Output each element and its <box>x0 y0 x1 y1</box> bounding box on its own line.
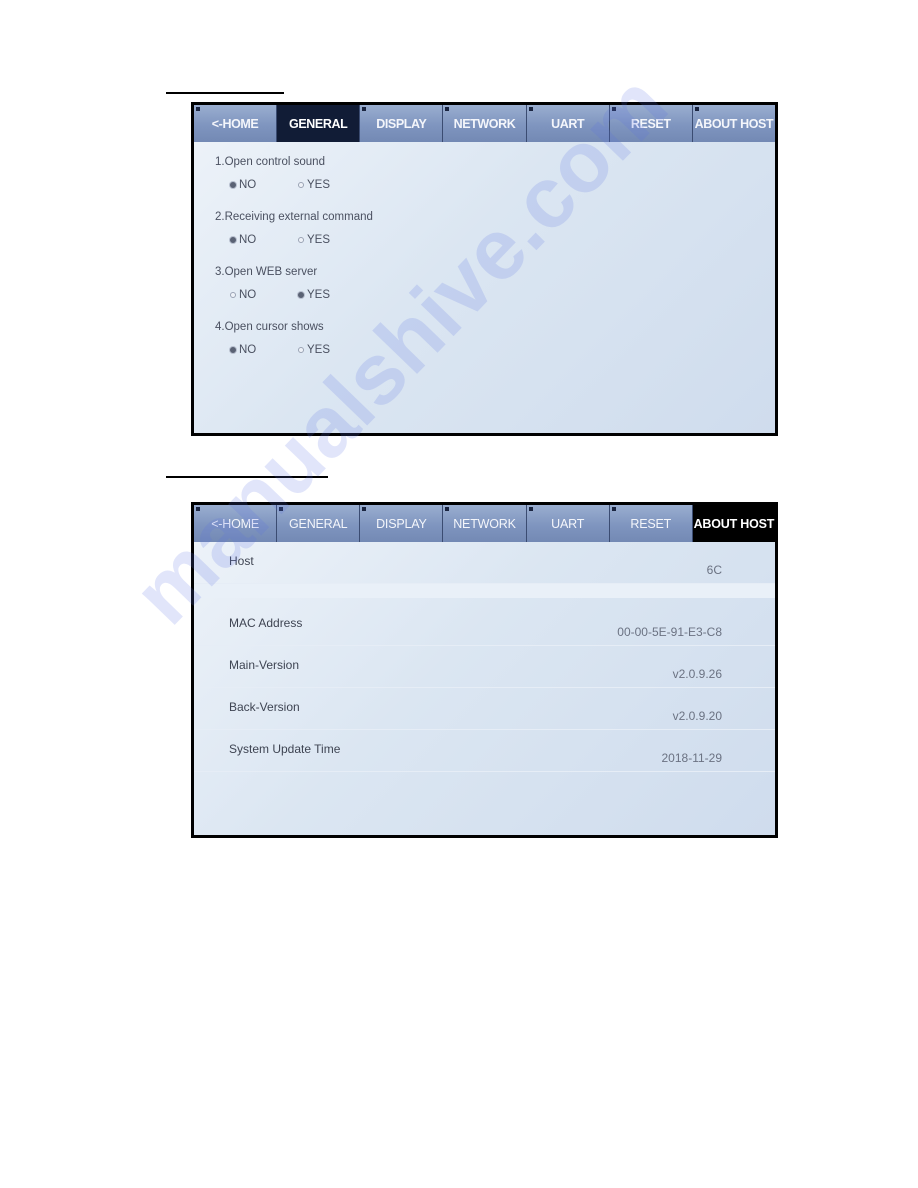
radio-label: YES <box>307 234 331 246</box>
tab-marker-icon <box>611 107 616 111</box>
tab-marker-icon <box>279 507 284 511</box>
tab-marker-icon <box>445 107 450 111</box>
radio-web-server-yes[interactable]: YES <box>298 289 330 301</box>
tab-bar: <-HOME GENERAL DISPLAY NETWORK UART RESE… <box>194 105 775 142</box>
tab-reset[interactable]: RESET <box>609 505 693 542</box>
tab-label: GENERAL <box>289 116 348 131</box>
tab-label: RESET <box>630 516 672 531</box>
general-settings-screen: <-HOME GENERAL DISPLAY NETWORK UART RESE… <box>191 102 778 436</box>
radio-label: NO <box>239 344 257 356</box>
tab-label: UART <box>551 116 585 131</box>
info-row-back-version: Back-Version v2.0.9.20 <box>194 688 775 730</box>
section-divider <box>194 584 775 598</box>
radio-label: NO <box>239 179 257 191</box>
setting-question: 1.Open control sound <box>215 156 325 168</box>
tab-label: NETWORK <box>453 516 516 531</box>
radio-external-command-yes[interactable]: YES <box>298 234 330 246</box>
info-label: Main-Version <box>229 658 300 672</box>
tab-about-host[interactable]: ABOUT HOST <box>692 505 775 542</box>
radio-label: NO <box>239 234 257 246</box>
info-value: 2018-11-29 <box>661 751 723 765</box>
radio-external-command-no[interactable]: NO <box>230 234 256 246</box>
radio-selected-icon <box>230 182 236 188</box>
tab-home[interactable]: <-HOME <box>194 505 278 542</box>
info-row-host: Host 6C <box>194 542 775 584</box>
tab-uart[interactable]: UART <box>526 105 610 142</box>
tab-general[interactable]: GENERAL <box>277 105 361 142</box>
tab-label: ABOUT HOST <box>693 516 775 531</box>
tab-uart[interactable]: UART <box>526 505 610 542</box>
tab-general[interactable]: GENERAL <box>277 505 361 542</box>
radio-unselected-icon <box>298 237 304 243</box>
tab-label: <-HOME <box>211 516 259 531</box>
tab-marker-icon <box>445 507 450 511</box>
info-row-system-update-time: System Update Time 2018-11-29 <box>194 730 775 772</box>
info-label: Back-Version <box>229 700 300 714</box>
radio-control-sound-yes[interactable]: YES <box>298 179 330 191</box>
radio-unselected-icon <box>298 182 304 188</box>
screen-panel: <-HOME GENERAL DISPLAY NETWORK UART RESE… <box>194 505 775 835</box>
tab-marker-icon <box>528 107 533 111</box>
radio-control-sound-no[interactable]: NO <box>230 179 256 191</box>
tab-label: ABOUT HOST <box>694 116 774 131</box>
radio-selected-icon <box>230 237 236 243</box>
radio-unselected-icon <box>230 292 236 298</box>
info-label: Host <box>229 554 254 568</box>
info-value: v2.0.9.20 <box>672 709 722 723</box>
info-value: 6C <box>706 563 722 577</box>
tab-about-host[interactable]: ABOUT HOST <box>692 105 775 142</box>
setting-question: 4.Open cursor shows <box>215 321 324 333</box>
tab-label: DISPLAY <box>376 516 427 531</box>
radio-selected-icon <box>230 347 236 353</box>
radio-label: YES <box>307 289 331 301</box>
info-row-main-version: Main-Version v2.0.9.26 <box>194 646 775 688</box>
tab-reset[interactable]: RESET <box>609 105 693 142</box>
tab-label: <-HOME <box>211 116 259 131</box>
setting-question: 2.Receiving external command <box>215 211 373 223</box>
radio-cursor-shows-no[interactable]: NO <box>230 344 256 356</box>
tab-label: NETWORK <box>453 116 516 131</box>
general-settings-content: 1.Open control sound NO YES 2.Receiving … <box>194 142 775 433</box>
radio-label: YES <box>307 344 331 356</box>
tab-label: GENERAL <box>289 516 348 531</box>
tab-marker-icon <box>694 107 699 111</box>
tab-marker-icon <box>611 507 616 511</box>
info-label: System Update Time <box>229 742 341 756</box>
tab-marker-icon <box>528 507 533 511</box>
tab-network[interactable]: NETWORK <box>443 505 527 542</box>
info-row-mac-address: MAC Address 00-00-5E-91-E3-C8 <box>194 604 775 646</box>
info-label: MAC Address <box>229 616 303 630</box>
setting-question: 3.Open WEB server <box>215 266 318 278</box>
radio-unselected-icon <box>298 347 304 353</box>
tab-marker-icon <box>362 507 367 511</box>
radio-web-server-no[interactable]: NO <box>230 289 256 301</box>
about-host-screen: <-HOME GENERAL DISPLAY NETWORK UART RESE… <box>191 502 778 838</box>
section-heading-underline <box>166 476 328 478</box>
tab-bar: <-HOME GENERAL DISPLAY NETWORK UART RESE… <box>194 505 775 542</box>
radio-label: YES <box>307 179 331 191</box>
info-value: v2.0.9.26 <box>672 667 722 681</box>
tab-marker-icon <box>196 107 200 111</box>
tab-home[interactable]: <-HOME <box>194 105 278 142</box>
tab-label: UART <box>551 516 585 531</box>
tab-display[interactable]: DISPLAY <box>360 505 444 542</box>
radio-label: NO <box>239 289 257 301</box>
section-heading-underline <box>166 92 284 94</box>
tab-network[interactable]: NETWORK <box>443 105 527 142</box>
about-host-content: Host 6C MAC Address 00-00-5E-91-E3-C8 Ma… <box>194 542 775 835</box>
radio-selected-icon <box>298 292 304 298</box>
screen-panel: <-HOME GENERAL DISPLAY NETWORK UART RESE… <box>194 105 775 433</box>
tab-marker-icon <box>362 107 367 111</box>
tab-label: DISPLAY <box>376 116 427 131</box>
radio-cursor-shows-yes[interactable]: YES <box>298 344 330 356</box>
tab-marker-icon <box>196 507 200 511</box>
info-value: 00-00-5E-91-E3-C8 <box>617 625 722 639</box>
tab-display[interactable]: DISPLAY <box>360 105 444 142</box>
tab-label: RESET <box>630 116 671 131</box>
